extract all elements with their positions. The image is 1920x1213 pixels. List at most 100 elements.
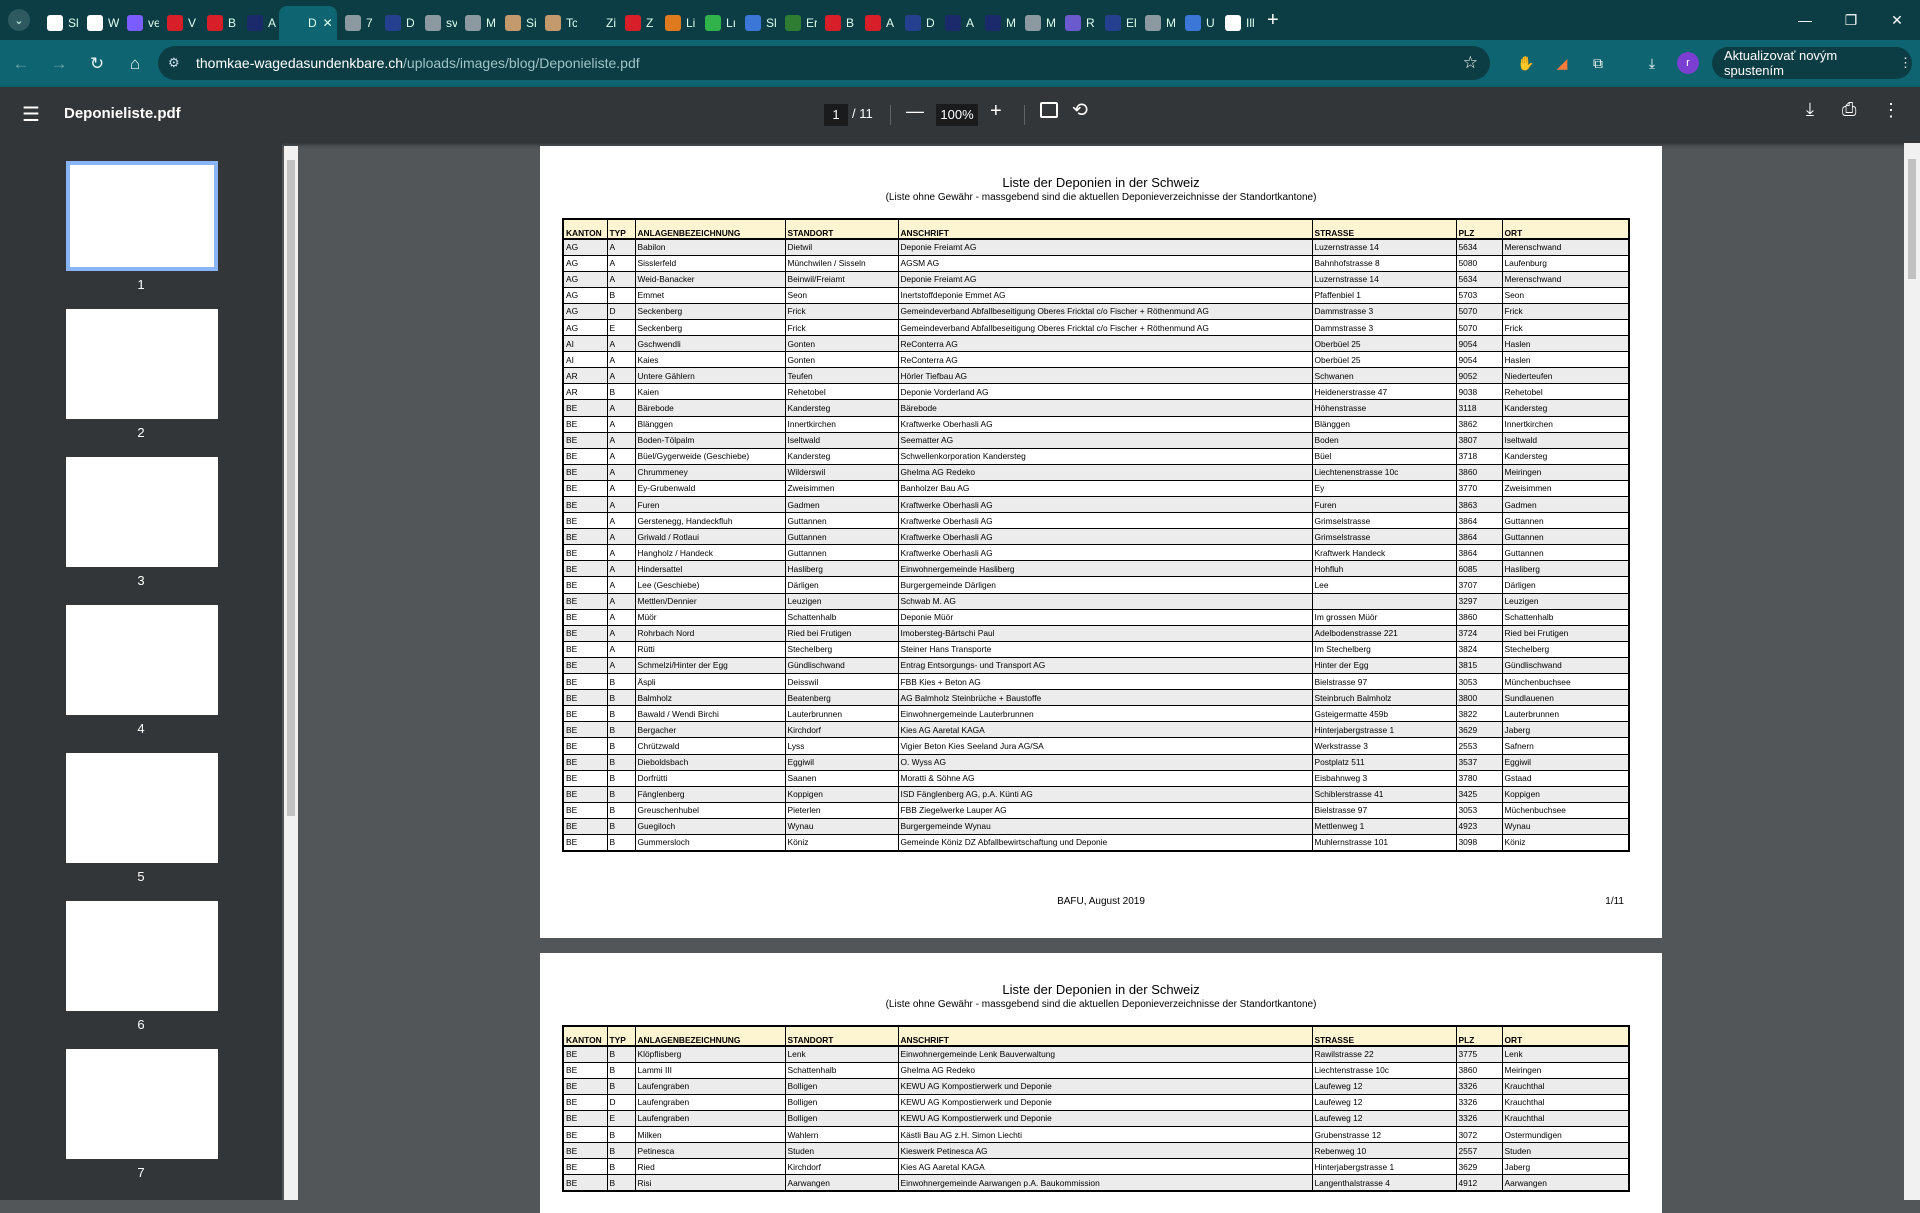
menu-dots-icon[interactable]: ⋮ <box>1899 55 1912 71</box>
extension-flag-icon[interactable]: ◢ <box>1550 51 1574 75</box>
table-cell: 3326 <box>1455 1093 1503 1111</box>
browser-tab[interactable]: M <box>977 6 1017 40</box>
browser-tab[interactable]: Ill <box>1217 6 1257 40</box>
restore-button[interactable]: ❐ <box>1828 0 1874 40</box>
table-cell: A <box>606 254 636 272</box>
download-icon[interactable]: ⤓ <box>1806 99 1814 120</box>
table-cell: Seckenberg <box>634 318 786 337</box>
table-row: BE B Ried Kirchdorf Kies AG Aaretal KAGA Hint… <box>562 1158 1630 1176</box>
browser-tab[interactable]: 7 <box>337 6 377 40</box>
zoom-in-icon[interactable]: + <box>990 100 1002 123</box>
table-cell: Hangholz / Handeck <box>634 544 786 562</box>
tab-search-icon[interactable]: ⌄ <box>8 9 30 31</box>
pdf-page-1: Liste der Deponien in der Schweiz (Liste… <box>540 146 1662 938</box>
new-tab-button[interactable]: + <box>1267 9 1291 32</box>
table-cell: BE <box>562 1142 608 1160</box>
table-cell: Risi <box>634 1174 786 1192</box>
browser-tab[interactable]: Si <box>497 6 537 40</box>
table-cell: BE <box>562 817 608 835</box>
page-thumbnail[interactable] <box>66 457 218 567</box>
bookmark-star-icon[interactable]: ☆ <box>1463 53 1478 73</box>
table-cell: Untere Gählern <box>634 367 786 385</box>
more-options-icon[interactable]: ⋮ <box>1882 100 1900 121</box>
zoom-level-input[interactable]: 100% <box>936 104 978 126</box>
page-thumbnail[interactable] <box>66 309 218 419</box>
table-cell: Bielstrasse 97 <box>1311 801 1457 819</box>
rotate-icon[interactable]: ⟲ <box>1072 99 1088 122</box>
browser-tab[interactable]: D <box>377 6 417 40</box>
forward-button[interactable]: → <box>42 47 76 81</box>
document-scroll-thumb[interactable] <box>1908 159 1916 279</box>
close-window-button[interactable]: ✕ <box>1874 0 1920 40</box>
browser-tab[interactable]: Zi <box>577 6 617 40</box>
table-cell: Teufen <box>784 367 899 385</box>
browser-tab[interactable]: Tc <box>537 6 577 40</box>
tab-favicon-icon <box>1065 15 1081 31</box>
document-scrollbar[interactable] <box>1904 143 1920 1200</box>
browser-tab[interactable]: A <box>857 6 897 40</box>
close-tab-icon[interactable]: ✕ <box>323 16 333 30</box>
browser-tab[interactable]: B <box>199 6 239 40</box>
table-cell: 9052 <box>1455 367 1503 385</box>
table-cell: Banholzer Bau AG <box>897 479 1313 498</box>
address-bar[interactable]: ⚙ thomkae-wagedasundenkbare.ch/uploads/i… <box>158 46 1490 80</box>
minimize-button[interactable]: — <box>1782 0 1828 40</box>
print-icon[interactable]: ⎙ <box>1842 99 1856 120</box>
browser-tab[interactable]: W Vi <box>79 6 119 40</box>
browser-tab[interactable]: sv <box>417 6 457 40</box>
browser-tab[interactable]: Z <box>617 6 657 40</box>
browser-tab[interactable]: M <box>1017 6 1057 40</box>
browser-tab[interactable]: Er <box>777 6 817 40</box>
table-cell: Büel <box>1311 447 1457 465</box>
table-cell: Stechelberg <box>784 640 899 658</box>
reload-button[interactable]: ↻ <box>80 47 114 81</box>
sidebar-scrollbar[interactable] <box>284 146 298 1200</box>
browser-tab[interactable]: B <box>817 6 857 40</box>
fit-page-icon[interactable] <box>1040 102 1058 118</box>
browser-tab[interactable]: Lı <box>697 6 737 40</box>
page-number-input[interactable]: 1 <box>824 104 848 126</box>
table-cell: A <box>606 415 636 433</box>
site-info-icon[interactable]: ⚙ <box>168 55 188 71</box>
browser-tab[interactable]: Sl <box>737 6 777 40</box>
table-cell: A <box>606 431 636 449</box>
browser-tab[interactable]: A <box>239 6 279 40</box>
browser-tab[interactable]: Sl <box>39 6 79 40</box>
extension-hand-icon[interactable]: ✋ <box>1514 51 1538 75</box>
browser-tab[interactable]: A <box>937 6 977 40</box>
sidebar-scroll-thumb[interactable] <box>287 160 295 816</box>
page-thumbnail[interactable] <box>66 605 218 715</box>
zoom-out-icon[interactable]: — <box>906 101 924 122</box>
downloads-icon[interactable]: ⤓ <box>1640 51 1664 75</box>
browser-tab[interactable]: U <box>1177 6 1217 40</box>
table-cell: BE <box>562 705 608 723</box>
browser-tab[interactable]: R <box>1057 6 1097 40</box>
update-button[interactable]: Aktualizovať novým spustením ⋮ <box>1712 47 1912 79</box>
browser-tab[interactable]: ve <box>119 6 159 40</box>
profile-avatar[interactable]: r <box>1677 52 1699 74</box>
home-button[interactable]: ⌂ <box>118 47 152 81</box>
table-cell: Burgergemeinde Därligen <box>897 576 1313 594</box>
table-row: AI A Kaies Gonten ReConterra AG Oberbüel 25 90… <box>562 351 1630 369</box>
tab-favicon-icon <box>127 15 143 31</box>
back-button[interactable]: ← <box>4 47 38 81</box>
tab-favicon-icon <box>247 15 263 31</box>
browser-tab[interactable]: El <box>1097 6 1137 40</box>
table-cell: Lenk <box>1501 1045 1630 1063</box>
table-cell: Zweisimmen <box>1501 479 1630 498</box>
page-thumbnail[interactable] <box>66 1049 218 1159</box>
tab-favicon-icon <box>345 15 361 31</box>
table-cell: Gerstenegg, Handeckfluh <box>634 512 786 530</box>
browser-tab[interactable]: V <box>159 6 199 40</box>
browser-tab[interactable]: Li <box>657 6 697 40</box>
table-cell: BE <box>562 640 608 658</box>
browser-tab[interactable]: M <box>457 6 497 40</box>
extensions-puzzle-icon[interactable]: ⧉ <box>1586 51 1610 75</box>
page-thumbnail[interactable] <box>66 901 218 1011</box>
page-thumbnail[interactable] <box>66 161 218 271</box>
page-thumbnail[interactable] <box>66 753 218 863</box>
browser-tab[interactable]: D <box>897 6 937 40</box>
sidebar-menu-icon[interactable]: ☰ <box>22 105 40 125</box>
browser-tab[interactable]: M <box>1137 6 1177 40</box>
browser-tab[interactable]: D ✕ <box>279 6 337 40</box>
